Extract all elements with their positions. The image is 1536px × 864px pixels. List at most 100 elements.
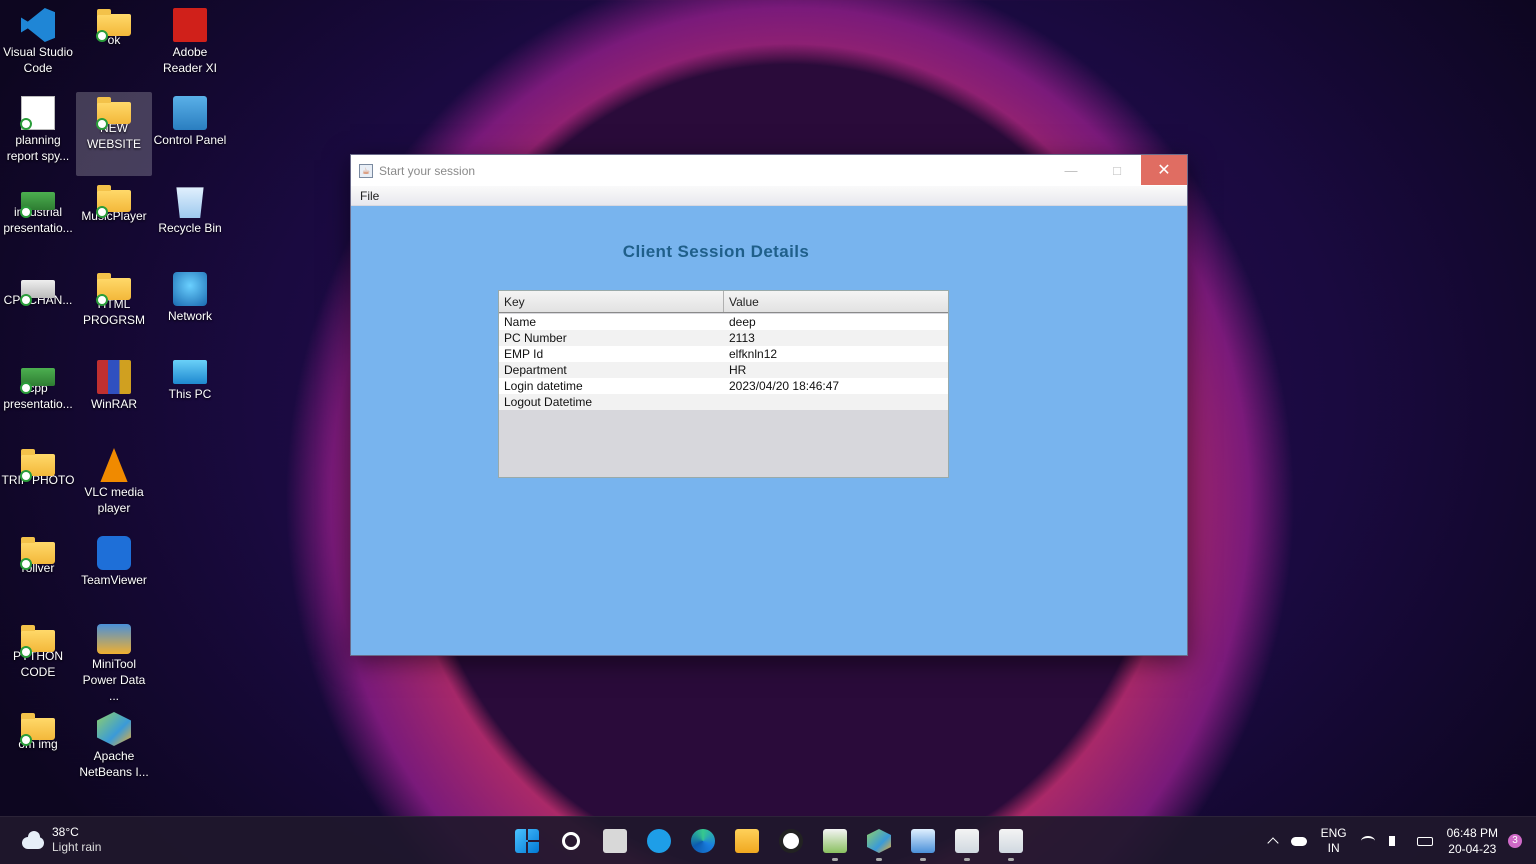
desktop-icon[interactable]: PYTHON CODE xyxy=(0,620,76,704)
close-button[interactable]: ✕ xyxy=(1141,155,1187,185)
notification-badge[interactable]: 3 xyxy=(1508,834,1522,848)
desktop-icon-label: TeamViewer xyxy=(81,573,147,587)
java-app-button-2[interactable] xyxy=(989,817,1033,864)
system-tray: ENG IN 06:48 PM 20-04-23 3 xyxy=(1266,817,1536,864)
session-window: ☕ Start your session — □ ✕ File Client S… xyxy=(350,154,1188,656)
desktop-icon-label: NEW WEBSITE xyxy=(86,121,141,151)
language-indicator[interactable]: ENG IN xyxy=(1321,826,1347,856)
desktop-icon[interactable]: WinRAR xyxy=(76,356,152,440)
cell-value[interactable]: HR xyxy=(724,362,948,378)
cell-key[interactable]: Logout Datetime xyxy=(499,394,724,410)
control-panel-icon xyxy=(173,96,207,130)
desktop-icon[interactable]: om img xyxy=(0,708,76,792)
desktop-icon[interactable]: CPPCHAN... xyxy=(0,268,76,352)
menu-file[interactable]: File xyxy=(360,189,379,203)
desktop-icon[interactable]: planning report spy... xyxy=(0,92,76,176)
cell-value[interactable]: deep xyxy=(724,314,948,330)
desktop-icon-label: PYTHON CODE xyxy=(12,649,63,679)
cell-value[interactable] xyxy=(724,394,948,410)
table-row[interactable]: Logout Datetime xyxy=(499,394,948,410)
desktop-icon[interactable]: This PC xyxy=(152,356,228,440)
menu-bar: File xyxy=(351,186,1187,206)
sync-check-icon xyxy=(20,646,32,658)
table-header: Key Value xyxy=(499,291,948,313)
session-table[interactable]: Key Value Name deep PC Number 2113 EMP Id elf… xyxy=(498,290,949,478)
desktop-icon[interactable]: NEW WEBSITE xyxy=(76,92,152,176)
desktop-icon[interactable]: HTML PROGRSM xyxy=(76,268,152,352)
desktop-icon[interactable]: MusicPlayer xyxy=(76,180,152,264)
clock-time: 06:48 PM xyxy=(1446,826,1498,840)
desktop-icon[interactable]: Apache NetBeans I... xyxy=(76,708,152,792)
search-button[interactable] xyxy=(549,817,593,864)
desktop-icon[interactable]: Recycle Bin xyxy=(152,180,228,264)
window-title: Start your session xyxy=(379,163,476,178)
file-explorer-button[interactable] xyxy=(725,817,769,864)
desktop-icon[interactable]: MiniTool Power Data ... xyxy=(76,620,152,704)
get-help-button[interactable] xyxy=(637,817,681,864)
onedrive-cloud-icon[interactable] xyxy=(1290,836,1307,846)
cell-value[interactable]: elfknln12 xyxy=(724,346,948,362)
desktop-icon-label: Control Panel xyxy=(153,133,227,147)
table-row[interactable]: PC Number 2113 xyxy=(499,330,948,346)
cell-key[interactable]: EMP Id xyxy=(499,346,724,362)
minimize-button[interactable]: — xyxy=(1048,155,1094,185)
sync-check-icon xyxy=(96,294,108,306)
monitor-icon xyxy=(173,360,207,384)
wifi-icon[interactable] xyxy=(1360,836,1375,846)
desktop-icon[interactable]: Adobe Reader XI xyxy=(152,4,228,88)
sync-check-icon xyxy=(20,382,32,394)
table-row[interactable]: Department HR xyxy=(499,362,948,378)
desktop-icon[interactable]: Visual Studio Code xyxy=(0,4,76,88)
desktop-icon[interactable]: Control Panel xyxy=(152,92,228,176)
taskbar: 38°C Light rain ENG IN 06:48 PM 20-04-23… xyxy=(0,816,1536,864)
desktop-icon[interactable]: cpp presentatio... xyxy=(0,356,76,440)
weather-widget[interactable]: 38°C Light rain xyxy=(18,825,101,855)
performance-monitor-icon xyxy=(911,829,935,853)
performance-monitor-button[interactable] xyxy=(901,817,945,864)
sync-check-icon xyxy=(20,118,32,130)
cell-value[interactable]: 2113 xyxy=(724,330,948,346)
cell-value[interactable]: 2023/04/20 18:46:47 xyxy=(724,378,948,394)
sync-check-icon xyxy=(20,206,32,218)
task-view-button[interactable] xyxy=(593,817,637,864)
battery-icon[interactable] xyxy=(1416,836,1433,846)
cell-key[interactable]: PC Number xyxy=(499,330,724,346)
github-button[interactable] xyxy=(769,817,813,864)
cell-key[interactable]: Name xyxy=(499,314,724,330)
cell-key[interactable]: Department xyxy=(499,362,724,378)
help-icon xyxy=(647,829,671,853)
desktop-icon-label: Adobe Reader XI xyxy=(162,45,218,75)
netbeans-taskbar-button[interactable] xyxy=(857,817,901,864)
desktop-icon-label: planning report spy... xyxy=(6,133,70,163)
desktop-icon[interactable]: VLC media player xyxy=(76,444,152,528)
clock-date: 20-04-23 xyxy=(1448,842,1497,856)
desktop-icon[interactable]: Network xyxy=(152,268,228,352)
cell-key[interactable]: Login datetime xyxy=(499,378,724,394)
volume-icon[interactable] xyxy=(1388,836,1403,846)
column-header-key[interactable]: Key xyxy=(499,291,724,312)
table-body: Name deep PC Number 2113 EMP Id elfknln12 Depa… xyxy=(499,314,948,410)
chart-app-button[interactable] xyxy=(813,817,857,864)
column-header-value[interactable]: Value xyxy=(724,291,948,312)
netbeans-icon xyxy=(867,829,891,853)
desktop-icon[interactable]: rollver xyxy=(0,532,76,616)
vlc-icon xyxy=(100,448,128,482)
clock[interactable]: 06:48 PM 20-04-23 xyxy=(1447,825,1498,857)
table-row[interactable]: EMP Id elfknln12 xyxy=(499,346,948,362)
show-hidden-icons-chevron-icon[interactable] xyxy=(1266,837,1279,849)
maximize-button[interactable]: □ xyxy=(1094,155,1140,185)
table-row[interactable]: Name deep xyxy=(499,314,948,330)
content-panel: Client Session Details Key Value Name dee… xyxy=(351,206,1187,655)
java-app-button-1[interactable] xyxy=(945,817,989,864)
table-row[interactable]: Login datetime 2023/04/20 18:46:47 xyxy=(499,378,948,394)
desktop-icon[interactable]: industrial presentatio... xyxy=(0,180,76,264)
desktop-icon[interactable]: ok xyxy=(76,4,152,88)
running-indicator xyxy=(876,858,882,861)
edge-button[interactable] xyxy=(681,817,725,864)
desktop-icon[interactable]: TeamViewer xyxy=(76,532,152,616)
desktop-icon-label: VLC media player xyxy=(84,485,144,515)
start-button[interactable] xyxy=(505,817,549,864)
vscode-icon xyxy=(21,8,55,42)
title-bar[interactable]: ☕ Start your session — □ ✕ xyxy=(351,155,1187,186)
desktop-icon[interactable]: TRIP PHOTO xyxy=(0,444,76,528)
